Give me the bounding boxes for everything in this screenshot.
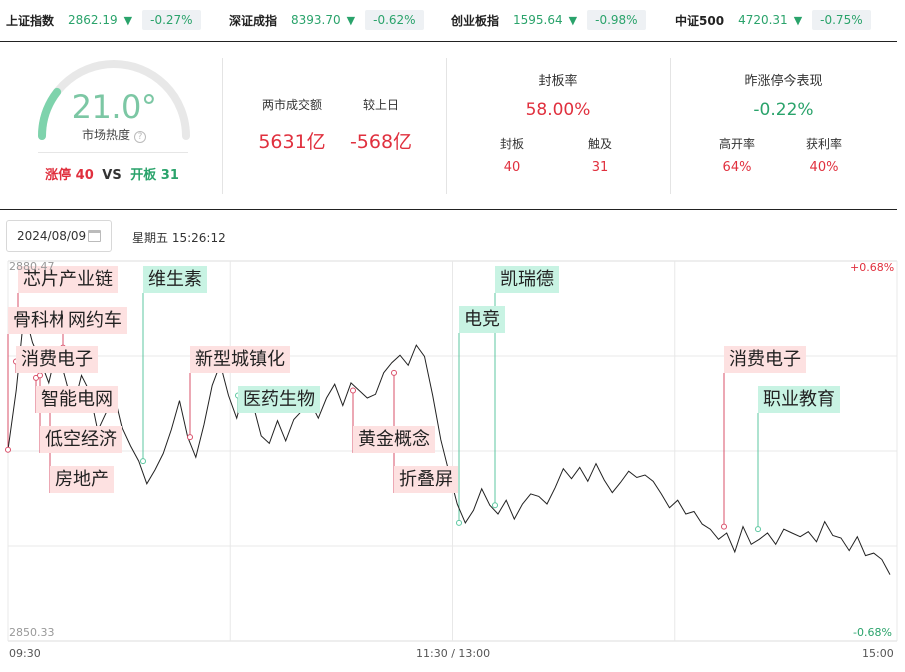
annotation-marker [456, 519, 462, 526]
annotation-marker [721, 523, 727, 530]
sector-tag[interactable]: 电竞 [459, 306, 505, 333]
y-min-label: 2850.33 [9, 626, 55, 639]
sector-tag[interactable]: 消费电子 [724, 346, 806, 373]
x-tick-midday: 11:30 / 13:00 [416, 647, 491, 660]
annotation-marker [755, 526, 761, 533]
pct-max-label: +0.68% [850, 261, 895, 274]
annotation-marker [492, 502, 498, 509]
sector-tag[interactable]: 凯瑞德 [495, 266, 559, 293]
sector-tag[interactable]: 医药生物 [238, 386, 320, 413]
sector-tag[interactable]: 维生素 [143, 266, 207, 293]
intraday-chart[interactable] [0, 0, 905, 672]
sector-tag[interactable]: 折叠屏 [394, 466, 458, 493]
sector-tag[interactable]: 智能电网 [36, 386, 118, 413]
sector-tag[interactable]: 消费电子 [16, 346, 98, 373]
annotation-marker [350, 387, 356, 394]
annotation-marker [37, 372, 43, 379]
sector-tag[interactable]: 新型城镇化 [190, 346, 290, 373]
annotation-marker [5, 446, 11, 453]
sector-tag[interactable]: 职业教育 [758, 386, 840, 413]
sector-tag[interactable]: 黄金概念 [353, 426, 435, 453]
sector-tag[interactable]: 网约车 [63, 307, 127, 334]
pct-min-label: -0.68% [853, 626, 892, 639]
annotation-marker [391, 369, 397, 376]
x-tick-open: 09:30 [9, 647, 41, 660]
x-tick-close: 15:00 [862, 647, 894, 660]
y-max-label: 2880.47 [9, 260, 55, 273]
annotation-marker [187, 434, 193, 441]
sector-tag[interactable]: 房地产 [50, 466, 114, 493]
sector-tag[interactable]: 低空经济 [40, 426, 122, 453]
annotation-marker [140, 458, 146, 465]
